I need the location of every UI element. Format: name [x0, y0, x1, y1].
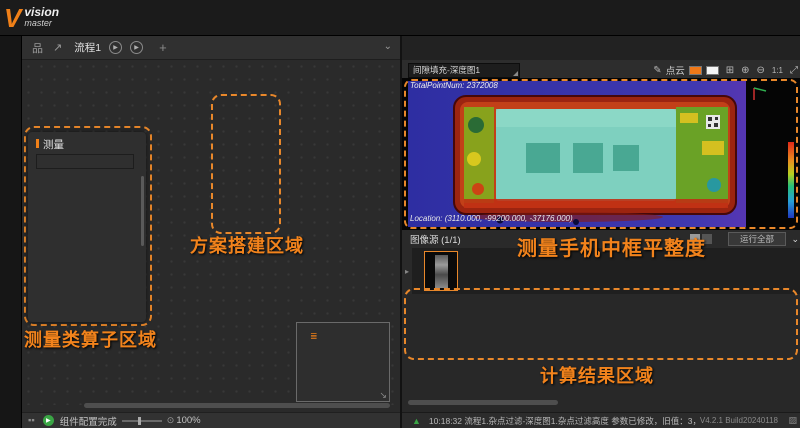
- display-source-dropdown[interactable]: 间隙填充-深度图1: [408, 63, 520, 78]
- app-window: V vision master 品 ↗ 流程1 ▶ ▶ + ⌄ 测量: [0, 0, 800, 428]
- image-source-label: 图像源 (1/1): [410, 232, 461, 246]
- brand-subname: master: [24, 18, 59, 29]
- add-flow-button[interactable]: +: [159, 40, 167, 55]
- run-flow-loop-icon[interactable]: ▶: [130, 41, 143, 54]
- status-message: 组件配置完成: [60, 414, 117, 428]
- fit-view-icon[interactable]: ⊞: [726, 65, 734, 76]
- run-all-dropdown[interactable]: 运行全部: [728, 232, 786, 246]
- log-bar: ▲ 10:18:32 流程1.杂点过滤-深度图1.杂点过滤高度 参数已修改，旧值…: [402, 412, 800, 428]
- image-thumbnail[interactable]: [424, 251, 458, 291]
- zoom-out-icon[interactable]: ⊖: [756, 65, 764, 76]
- zoom-in-icon[interactable]: ⊕: [741, 65, 749, 76]
- left-tool-rail: [0, 36, 22, 428]
- brand-name: vision: [24, 7, 59, 18]
- result-area-annotation-border: [404, 288, 798, 360]
- expand-strip-icon[interactable]: ▸: [402, 248, 412, 294]
- operator-panel-title: 测量: [36, 137, 64, 152]
- flow-node-chain: [215, 98, 278, 232]
- log-status-icon: ▲: [412, 416, 421, 426]
- flow-canvas[interactable]: 测量 测量类算子区域 方案搭建区域 ≣ ↘: [22, 60, 400, 405]
- operator-panel: 测量: [28, 132, 146, 322]
- image-result-tabs: [402, 36, 800, 60]
- fullscreen-icon[interactable]: ⤢: [790, 65, 798, 76]
- point-cloud-label: 点云: [666, 63, 685, 77]
- chevron-down-icon[interactable]: ⌄: [384, 41, 392, 52]
- status-bar: ▪▪ ▶ 组件配置完成 ⊙ 100%: [22, 412, 400, 428]
- point-color-swatch-white[interactable]: [706, 66, 719, 75]
- operator-area-annotation: 测量类算子区域: [24, 326, 157, 352]
- cursor-location: Location: (3110.000, -99200.000, -37176.…: [410, 214, 573, 223]
- phone-pcb-heatmap: [408, 81, 746, 227]
- axis-indicator-icon: [750, 84, 770, 104]
- log-message: 10:18:32 流程1.杂点过滤-深度图1.杂点过滤高度 参数已修改，旧值：3…: [429, 415, 699, 427]
- resize-handle-icon[interactable]: ↘: [379, 390, 387, 401]
- operator-dim-tabs: [36, 154, 134, 169]
- right-panel: 间隙填充-深度图1 ✎ 点云 ⊞ ⊕ ⊖ 1:1 ⤢: [400, 36, 800, 428]
- view-toolbar-icons: ✎ 点云 ⊞ ⊕ ⊖ 1:1 ⤢: [646, 60, 798, 80]
- viewport-annotation: 测量手机中框平整度: [517, 232, 706, 261]
- one-to-one-icon[interactable]: 1:1: [772, 66, 783, 75]
- point-cloud-viewport[interactable]: TotalPointNum: 2372008 Location: (3110.0…: [402, 78, 800, 230]
- point-color-swatch-orange[interactable]: [689, 66, 702, 75]
- pencil-icon[interactable]: ✎: [653, 65, 661, 76]
- statusbar-handle[interactable]: ▪▪: [28, 415, 35, 426]
- height-colorbar: [788, 142, 794, 218]
- canvas-hscrollbar[interactable]: [84, 403, 390, 408]
- app-logo: V vision master: [4, 2, 96, 34]
- top-bar: V vision master: [0, 0, 800, 36]
- run-flow-icon[interactable]: ▶: [109, 41, 122, 54]
- collapse-chevron-icon[interactable]: ⌄: [791, 234, 799, 245]
- flow-minimap[interactable]: ≣ ↘: [296, 322, 390, 402]
- brand-v-icon: V: [4, 5, 21, 31]
- operator-scrollbar[interactable]: [141, 176, 144, 246]
- workspace: 品 ↗ 流程1 ▶ ▶ + ⌄ 测量 测量类算子区域 方案搭建区域: [22, 36, 400, 428]
- zoom-icon: ⊙: [167, 415, 175, 426]
- flow-area-annotation: 方案搭建区域: [190, 232, 304, 258]
- view-toolbar: 间隙填充-深度图1 ✎ 点云 ⊞ ⊕ ⊖ 1:1 ⤢: [402, 60, 800, 80]
- zoom-slider[interactable]: [122, 420, 162, 422]
- result-hscrollbar[interactable]: [408, 400, 558, 405]
- minimap-list-icon: ≣: [310, 331, 318, 342]
- log-expand-icon[interactable]: ▨: [788, 415, 797, 426]
- status-run-icon: ▶: [43, 415, 54, 426]
- version-label: V4.2.1 Build20240118: [700, 416, 778, 425]
- result-area-annotation: 计算结果区域: [540, 362, 654, 388]
- brand-text: vision master: [24, 7, 59, 29]
- flow-tab-bar: 品 ↗ 流程1 ▶ ▶ + ⌄: [22, 36, 400, 60]
- pointer-icon[interactable]: ↗: [53, 41, 62, 54]
- zoom-level: 100%: [176, 415, 200, 426]
- total-point-num: TotalPointNum: 2372008: [410, 81, 498, 90]
- flow-view-icon[interactable]: 品: [32, 40, 43, 56]
- tab-flow1[interactable]: 流程1: [74, 40, 101, 55]
